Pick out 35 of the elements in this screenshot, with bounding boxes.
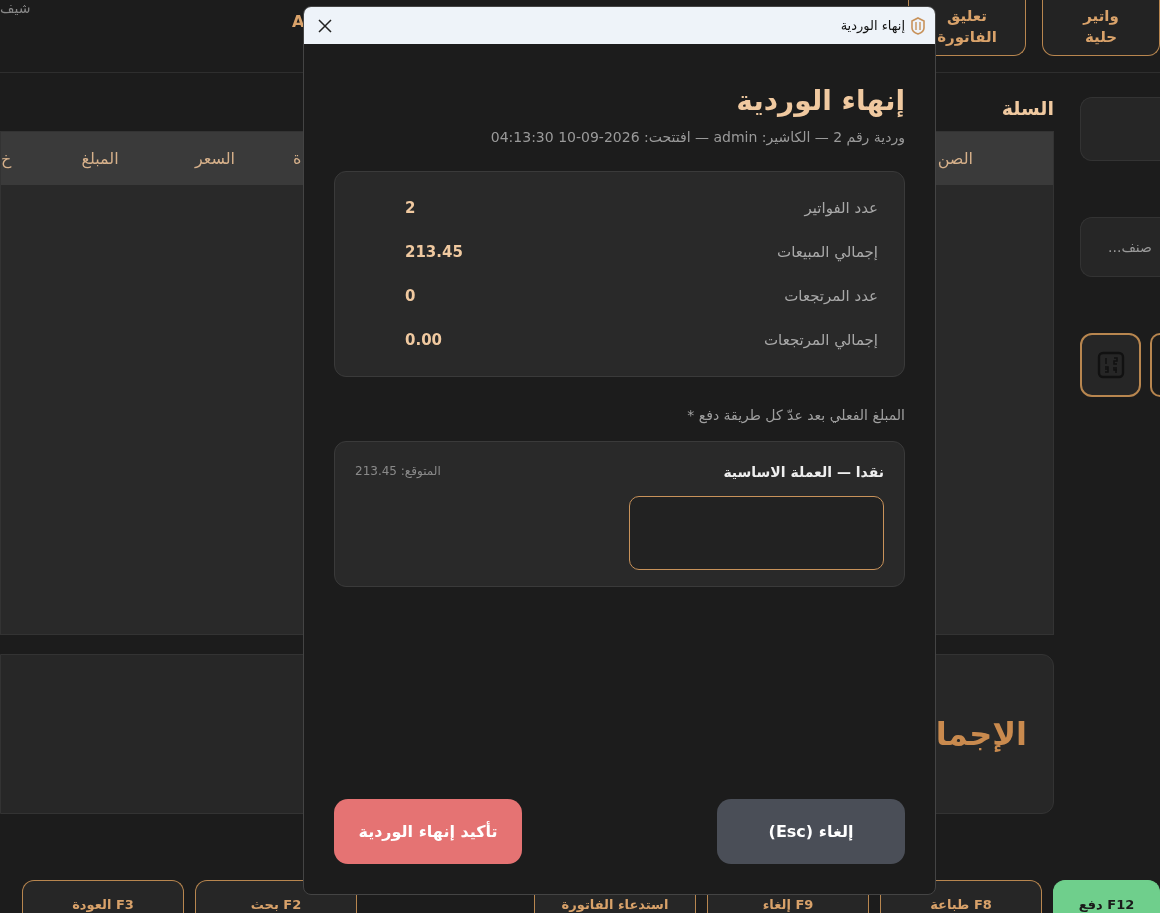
function-key-button[interactable]: F12 دفع xyxy=(1053,880,1160,913)
function-key-button[interactable]: F3 العودة xyxy=(22,880,184,913)
payment-method-name: نقدا — العملة الاساسية xyxy=(723,464,884,480)
search-field[interactable]: صنف... xyxy=(1080,217,1160,277)
stat-value: 0.00 xyxy=(405,331,442,349)
amount-input[interactable] xyxy=(629,496,884,570)
brand-text: شيف xyxy=(0,0,31,16)
window-title: إنهاء الوردية xyxy=(839,18,905,33)
stat-value: 213.45 xyxy=(405,243,463,261)
column-header: الصن xyxy=(936,149,974,168)
expected-amount: المتوقع: 213.45 xyxy=(355,464,441,480)
stat-label: عدد الفواتير xyxy=(804,199,878,217)
cancel-button[interactable]: إلغاء (Esc) xyxy=(717,799,905,864)
cart-title: السلة xyxy=(1001,97,1054,121)
stat-label: إجمالي المرتجعات xyxy=(764,331,878,349)
dialog-heading: إنهاء الوردية xyxy=(735,84,905,117)
toolbar-label: A xyxy=(292,12,305,31)
shift-info: وردية رقم 2 — الكاشير: admin — افتتحت: 2026-09-10 04:13:30 xyxy=(489,129,905,145)
keypad-button[interactable] xyxy=(1150,333,1160,397)
count-label: المبلغ الفعلي بعد عدّ كل طريقة دفع * xyxy=(686,407,905,423)
stat-label: إجمالي المبيعات xyxy=(777,243,878,261)
stat-value: 2 xyxy=(405,199,416,217)
column-header: المبلغ xyxy=(80,149,120,168)
column-header: ة xyxy=(293,149,303,168)
stat-value: 0 xyxy=(405,287,416,305)
close-button[interactable] xyxy=(316,16,334,35)
close-icon xyxy=(318,18,332,33)
keypad-button[interactable] xyxy=(1080,333,1142,397)
column-header: خ xyxy=(1,149,13,168)
input-field[interactable] xyxy=(1080,97,1160,161)
toolbar-button[interactable]: واتير حلية xyxy=(1042,0,1160,56)
stat-label: عدد المرتجعات xyxy=(784,287,878,305)
total-label: الإجما xyxy=(935,715,1027,753)
app-logo-icon xyxy=(911,16,925,35)
column-header: السعر xyxy=(193,149,237,168)
